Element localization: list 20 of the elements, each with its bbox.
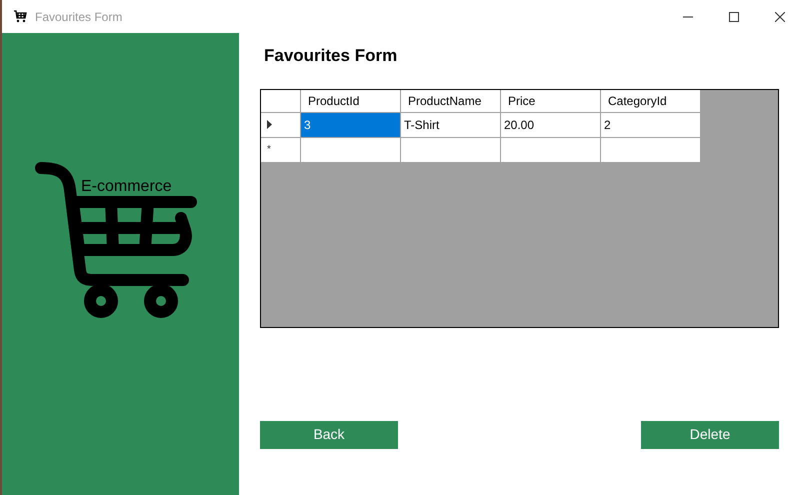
maximize-icon [729,12,739,22]
table-cell: T-Shirt [401,112,501,138]
form-heading: Favourites Form [264,45,398,67]
table-cell: 3 [301,112,401,138]
back-button[interactable]: Back [260,420,398,448]
logo-text: E-commerce [81,177,172,197]
delete-button[interactable]: Delete [641,420,779,448]
table-cell: 20.00 [501,112,601,138]
data-grid[interactable]: ProductId ProductName Price CategoryId 3 T-Shirt 20.00 2 * [260,88,779,328]
row-header[interactable] [261,112,301,138]
column-header[interactable]: CategoryId [601,90,701,112]
close-icon [775,12,785,22]
column-header[interactable]: Price [501,90,601,112]
table-cell: 2 [601,112,701,138]
column-header[interactable]: ProductId [301,90,401,112]
corner-header-cell[interactable] [261,90,301,112]
new-row-marker: * [261,138,301,162]
column-header[interactable]: ProductName [401,90,501,112]
cart-icon [14,10,27,23]
window-title: Favourites Form [35,8,122,26]
